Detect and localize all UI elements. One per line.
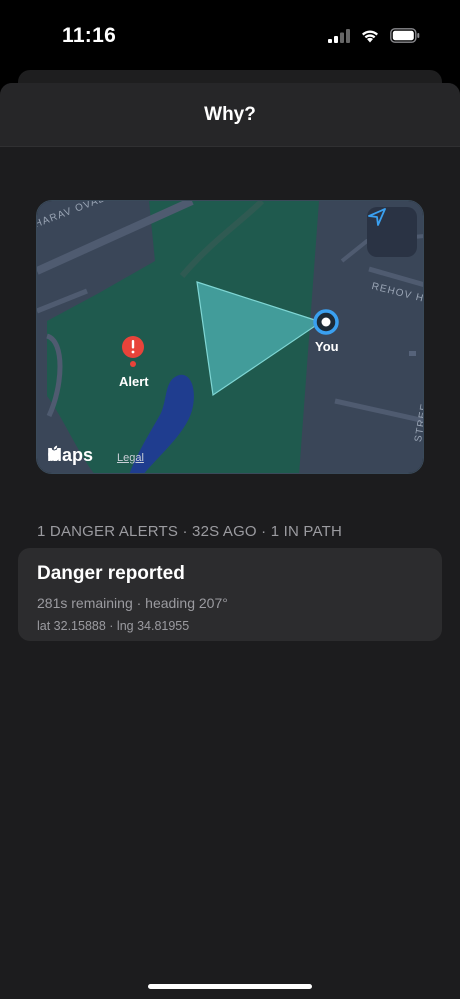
map-canvas <box>37 201 423 473</box>
alert-coordinates: lat 32.15888 · lng 34.81955 <box>37 619 190 633</box>
sheet-header: Why? <box>0 83 460 147</box>
status-time: 11:16 <box>62 24 117 47</box>
user-label: You <box>315 339 339 354</box>
battery-icon <box>390 28 420 43</box>
home-indicator[interactable] <box>148 984 312 989</box>
apple-maps-logo: Maps <box>47 445 93 466</box>
wifi-icon <box>362 30 378 43</box>
cellular-signal-icon <box>328 28 350 43</box>
status-bar: 11:16 <box>0 0 460 70</box>
legal-link[interactable]: Legal <box>117 452 144 464</box>
danger-alert-card[interactable]: Danger reported 281s remaining · heading… <box>18 548 442 641</box>
alert-pin-point <box>130 361 136 367</box>
map-view[interactable]: HARAV OVADIA YO REHOV HA STREE Alert You… <box>36 200 424 474</box>
status-icons <box>328 28 420 43</box>
sheet-title: Why? <box>204 104 256 125</box>
alert-title: Danger reported <box>37 563 185 584</box>
alerts-summary: 1 DANGER ALERTS · 32S AGO · 1 IN PATH <box>37 523 342 540</box>
apple-logo-icon <box>48 445 60 461</box>
screen: 11:16 Why? REHOV HA STREE Alert You Maps… <box>0 0 460 999</box>
location-arrow-icon <box>368 208 386 226</box>
building <box>409 351 416 356</box>
locate-me-button[interactable] <box>367 207 417 257</box>
alert-label: Alert <box>119 374 149 389</box>
alert-detail: 281s remaining · heading 207° <box>37 595 228 611</box>
why-sheet: Why? H <box>0 83 460 999</box>
